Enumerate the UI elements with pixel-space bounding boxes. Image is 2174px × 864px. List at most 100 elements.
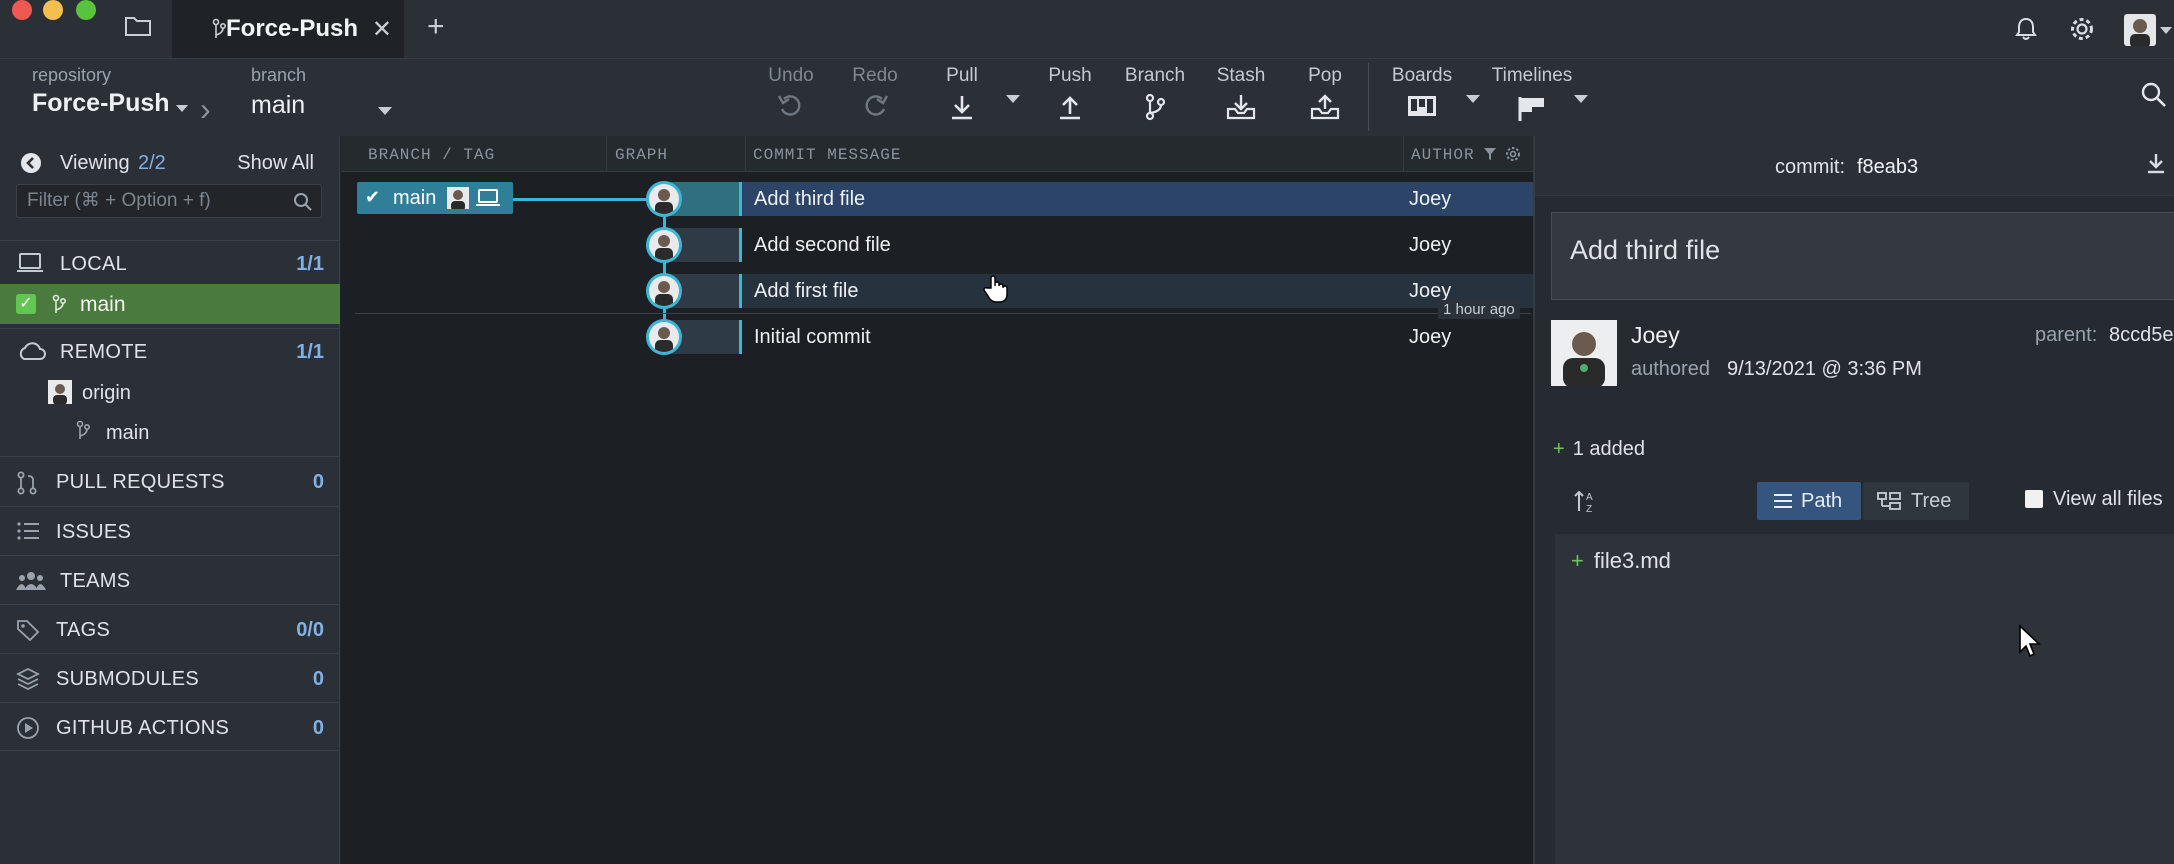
commit-author: Joey: [1409, 234, 1452, 256]
zoom-window-button[interactable]: [76, 0, 96, 20]
remote-section[interactable]: REMOTE 1/1: [0, 328, 340, 372]
local-section[interactable]: LOCAL 1/1: [0, 240, 340, 284]
timelines-icon: [1518, 97, 1544, 121]
row-divider: [355, 313, 1531, 314]
stash-button[interactable]: Stash: [1216, 65, 1266, 126]
tree-view-button[interactable]: Tree: [1863, 482, 1969, 520]
pop-label: Pop: [1308, 65, 1342, 86]
stash-label: Stash: [1216, 65, 1266, 86]
timelines-dropdown-icon[interactable]: [1574, 95, 1588, 103]
added-summary: +1 added: [1553, 438, 1645, 461]
minimize-window-button[interactable]: [43, 0, 63, 20]
branch-icon: [76, 420, 91, 446]
submodules-count: 0: [312, 668, 324, 690]
branch-tag-header[interactable]: BRANCH / TAG: [368, 146, 495, 164]
pull-icon: [952, 96, 972, 120]
commit-sha[interactable]: f8eab3: [1857, 156, 1918, 179]
branch-button[interactable]: Branch: [1124, 65, 1186, 126]
column-divider[interactable]: [745, 136, 746, 172]
plus-icon: +: [1571, 548, 1584, 573]
settings-icon[interactable]: [1505, 146, 1521, 167]
view-all-checkbox[interactable]: [2025, 490, 2043, 508]
left-sidebar: Viewing 2/2 Show All LOCAL 1/1 ✓ main RE…: [0, 136, 340, 864]
parent-sha[interactable]: 8ccd5e: [2109, 324, 2174, 347]
file-item[interactable]: + file3.md: [1571, 548, 1671, 574]
boards-button[interactable]: Boards: [1390, 65, 1454, 124]
commit-avatar[interactable]: [646, 273, 682, 309]
pull-requests-label: PULL REQUESTS: [56, 471, 225, 493]
pop-button[interactable]: Pop: [1305, 65, 1345, 126]
repository-label: repository: [32, 65, 112, 85]
teams-section[interactable]: TEAMS: [0, 555, 340, 604]
commit-row[interactable]: Add first file Joey: [341, 270, 1533, 310]
arrow-cursor-icon: [2018, 624, 2042, 663]
avatar-dropdown-icon[interactable]: [2160, 27, 2172, 34]
user-avatar[interactable]: [2124, 14, 2156, 46]
pull-dropdown-icon[interactable]: [1006, 95, 1020, 103]
close-window-button[interactable]: [12, 0, 32, 20]
close-tab-icon[interactable]: ✕: [372, 15, 392, 44]
sidebar-item-origin[interactable]: origin: [82, 382, 131, 405]
download-icon[interactable]: [2145, 152, 2167, 179]
path-view-button[interactable]: Path: [1757, 482, 1861, 520]
repository-selector[interactable]: Force-Push: [32, 89, 170, 118]
branch-dropdown-icon[interactable]: [378, 107, 392, 115]
repository-dropdown-icon[interactable]: [176, 105, 188, 112]
back-arrow-icon[interactable]: [20, 152, 42, 179]
commit-avatar[interactable]: [646, 181, 682, 217]
toolbar: repository Force-Push › branch main Undo…: [0, 58, 2174, 136]
commit-row[interactable]: Add third file Joey: [341, 178, 1533, 218]
folder-icon[interactable]: [124, 14, 154, 44]
local-count: 1/1: [296, 253, 324, 275]
tags-count: 0/0: [296, 619, 324, 641]
commit-row[interactable]: Initial commit Joey: [341, 316, 1533, 356]
viewing-count: 2/2: [138, 152, 166, 174]
search-icon[interactable]: [2140, 81, 2168, 114]
author-header[interactable]: AUTHOR: [1411, 146, 1475, 164]
commit-message-box[interactable]: Add third file: [1551, 212, 2174, 300]
undo-label: Undo: [768, 65, 814, 86]
filter-icon[interactable]: [1483, 146, 1497, 167]
show-all-button[interactable]: Show All: [237, 152, 314, 175]
stash-icon: [1226, 95, 1256, 120]
commit-avatar[interactable]: [646, 227, 682, 263]
commit-header: commit: f8eab3: [1535, 136, 2174, 196]
tab-force-push[interactable]: Force-Push ✕: [172, 0, 404, 58]
gear-icon[interactable]: [2068, 15, 2096, 48]
branch-label: branch: [251, 65, 307, 85]
plus-icon: +: [1553, 438, 1565, 460]
pull-requests-count: 0: [312, 471, 324, 493]
sort-icon[interactable]: AZ: [1573, 488, 1599, 519]
commit-row[interactable]: Add second file Joey: [341, 224, 1533, 264]
sidebar-item-local-main[interactable]: ✓ main: [0, 284, 340, 324]
github-actions-section[interactable]: GITHUB ACTIONS 0: [0, 702, 340, 751]
undo-button[interactable]: Undo: [766, 65, 816, 126]
commit-avatar[interactable]: [646, 319, 682, 355]
redo-button[interactable]: Redo: [850, 65, 900, 126]
filter-input[interactable]: [17, 185, 287, 217]
pull-button[interactable]: Pull: [942, 65, 982, 126]
timelines-button[interactable]: Timelines: [1490, 65, 1574, 128]
graph-header[interactable]: GRAPH: [615, 146, 668, 164]
bell-icon[interactable]: [2014, 16, 2038, 47]
boards-dropdown-icon[interactable]: [1466, 95, 1480, 103]
submodules-section[interactable]: SUBMODULES 0: [0, 653, 340, 702]
github-actions-count: 0: [312, 717, 324, 739]
issues-section[interactable]: ISSUES: [0, 506, 340, 555]
commit-message-header[interactable]: COMMIT MESSAGE: [753, 146, 901, 164]
tags-section[interactable]: TAGS 0/0: [0, 604, 340, 653]
add-tab-icon[interactable]: +: [427, 12, 445, 42]
pull-requests-section[interactable]: PULL REQUESTS 0: [0, 456, 340, 506]
svg-text:A: A: [1586, 492, 1593, 503]
branch-selector[interactable]: main: [251, 91, 305, 120]
checkmark-icon: ✓: [16, 294, 36, 314]
column-header: BRANCH / TAG GRAPH COMMIT MESSAGE AUTHOR: [341, 136, 1533, 172]
sidebar-item-remote-main[interactable]: main: [106, 422, 149, 445]
viewing-label: Viewing: [60, 152, 130, 174]
file-list: + file3.md: [1555, 534, 2174, 864]
hand-cursor-icon: [983, 274, 1009, 309]
column-divider[interactable]: [1403, 136, 1404, 172]
column-divider[interactable]: [606, 136, 607, 172]
commit-detail-panel: commit: f8eab3 Add third file Joey autho…: [1533, 136, 2174, 864]
push-button[interactable]: Push: [1048, 65, 1092, 126]
